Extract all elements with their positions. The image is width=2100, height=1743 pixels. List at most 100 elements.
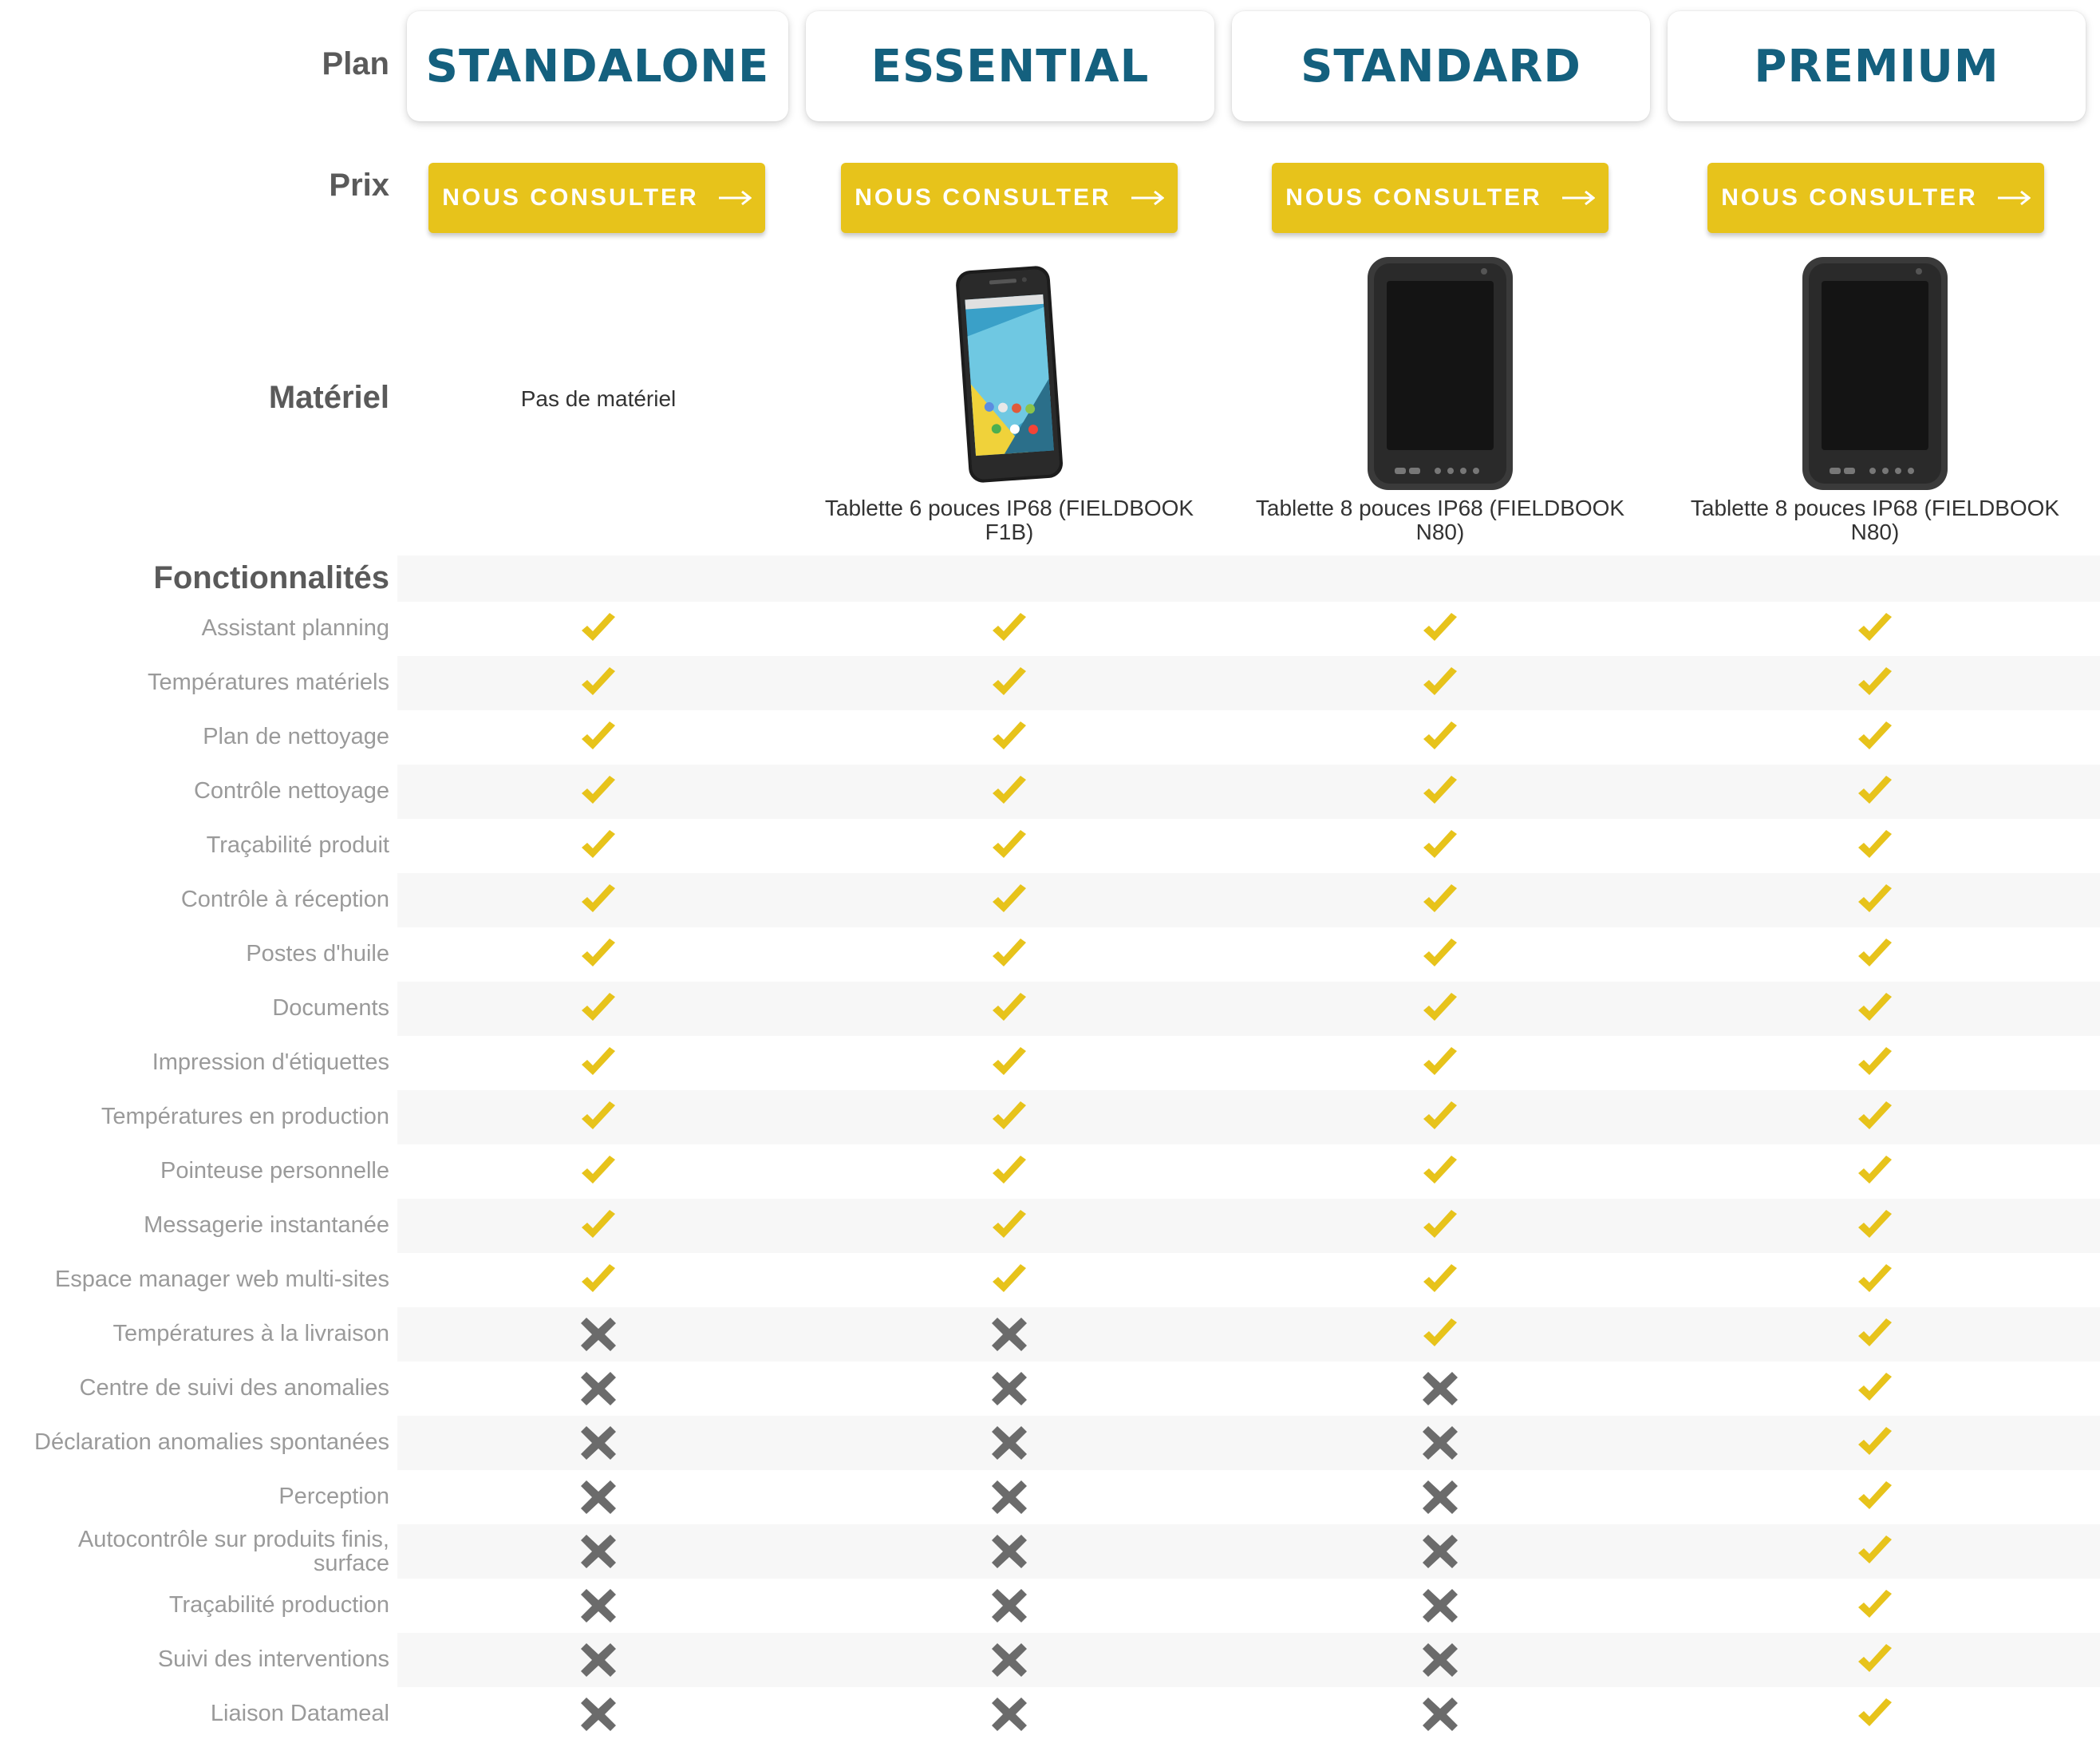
check-icon xyxy=(1855,1043,1895,1083)
feature-label: Températures à la livraison xyxy=(112,1321,389,1346)
check-icon xyxy=(578,1152,618,1192)
check-icon xyxy=(989,1097,1029,1137)
check-icon xyxy=(1420,989,1460,1029)
cross-icon xyxy=(989,1532,1029,1571)
check-icon xyxy=(1855,1423,1895,1463)
check-icon xyxy=(1420,826,1460,866)
plan-name: STANDALONE xyxy=(425,40,770,93)
check-icon xyxy=(1855,717,1895,757)
feature-label: Traçabilité produit xyxy=(206,832,389,858)
check-icon xyxy=(578,1260,618,1300)
price-row-label: Prix xyxy=(329,168,389,203)
check-icon xyxy=(1855,1532,1895,1571)
cross-icon xyxy=(578,1694,618,1734)
plan-row-label: Plan xyxy=(322,46,389,81)
rugged-tablet-image xyxy=(1368,257,1513,490)
check-icon xyxy=(1855,1640,1895,1680)
cross-icon xyxy=(1420,1640,1460,1680)
check-icon xyxy=(578,663,618,703)
plan-name: ESSENTIAL xyxy=(870,40,1150,93)
rugged-tablet-image xyxy=(1802,257,1948,490)
check-icon xyxy=(1420,1314,1460,1354)
check-icon xyxy=(989,880,1029,920)
cross-icon xyxy=(578,1477,618,1517)
check-icon xyxy=(578,609,618,649)
features-row-label: Fonctionnalités xyxy=(153,560,389,595)
cross-icon xyxy=(989,1369,1029,1409)
features-header-stripe xyxy=(397,555,2100,602)
cross-icon xyxy=(1420,1477,1460,1517)
cross-icon xyxy=(1420,1532,1460,1571)
contact-button-label: NOUS CONSULTER xyxy=(1721,184,1978,211)
plan-name: STANDARD xyxy=(1301,40,1581,93)
cross-icon xyxy=(1420,1586,1460,1626)
check-icon xyxy=(989,1152,1029,1192)
cross-icon xyxy=(989,1586,1029,1626)
row-stripe xyxy=(397,1416,2100,1470)
contact-button-label: NOUS CONSULTER xyxy=(855,184,1111,211)
check-icon xyxy=(989,989,1029,1029)
cross-icon xyxy=(989,1423,1029,1463)
check-icon xyxy=(989,1043,1029,1083)
check-icon xyxy=(1420,663,1460,703)
feature-label: Assistant planning xyxy=(201,615,389,641)
check-icon xyxy=(1420,1260,1460,1300)
pricing-comparison-page: Plan Prix Matériel STANDALONE ESSENTIAL … xyxy=(0,0,2100,1743)
device-caption: Tablette 8 pouces IP68 (FIELDBOOK N80) xyxy=(1255,496,1625,544)
check-icon xyxy=(989,1260,1029,1300)
check-icon xyxy=(578,1206,618,1246)
cross-icon xyxy=(578,1586,618,1626)
check-icon xyxy=(1855,1694,1895,1734)
feature-label: Températures en production xyxy=(101,1104,389,1129)
check-icon xyxy=(1855,989,1895,1029)
no-material-text: Pas de matériel xyxy=(520,386,677,411)
contact-button-premium[interactable]: NOUS CONSULTER xyxy=(1707,163,2044,233)
cross-icon xyxy=(989,1694,1029,1734)
feature-label: Suivi des interventions xyxy=(157,1646,389,1672)
cross-icon xyxy=(989,1477,1029,1517)
check-icon xyxy=(989,826,1029,866)
check-icon xyxy=(1420,880,1460,920)
check-icon xyxy=(1420,717,1460,757)
feature-label: Postes d'huile xyxy=(246,941,389,966)
row-stripe xyxy=(397,765,2100,819)
feature-label: Autocontrôle sur produits finis, surface xyxy=(77,1527,389,1576)
device-caption: Tablette 6 pouces IP68 (FIELDBOOK F1B) xyxy=(824,496,1194,544)
arrow-right-icon xyxy=(718,190,752,206)
check-icon xyxy=(1420,1152,1460,1192)
cross-icon xyxy=(578,1640,618,1680)
check-icon xyxy=(1855,1260,1895,1300)
contact-button-standard[interactable]: NOUS CONSULTER xyxy=(1272,163,1609,233)
plan-card-standalone: STANDALONE xyxy=(407,11,788,121)
feature-label: Traçabilité production xyxy=(168,1592,389,1618)
check-icon xyxy=(1420,1206,1460,1246)
check-icon xyxy=(578,1043,618,1083)
plan-card-standard: STANDARD xyxy=(1232,11,1650,121)
check-icon xyxy=(1855,609,1895,649)
check-icon xyxy=(1855,826,1895,866)
row-stripe xyxy=(397,1090,2100,1144)
check-icon xyxy=(1855,1369,1895,1409)
feature-label: Liaison Datameal xyxy=(210,1701,389,1726)
check-icon xyxy=(578,989,618,1029)
row-stripe xyxy=(397,1633,2100,1687)
row-stripe xyxy=(397,982,2100,1036)
feature-label: Températures matériels xyxy=(148,670,389,695)
arrow-right-icon xyxy=(1561,190,1595,206)
plan-card-essential: ESSENTIAL xyxy=(806,11,1214,121)
check-icon xyxy=(989,1206,1029,1246)
check-icon xyxy=(1855,1152,1895,1192)
contact-button-standalone[interactable]: NOUS CONSULTER xyxy=(428,163,765,233)
row-stripe xyxy=(397,1524,2100,1579)
check-icon xyxy=(1420,935,1460,974)
check-icon xyxy=(1855,1477,1895,1517)
check-icon xyxy=(578,880,618,920)
contact-button-label: NOUS CONSULTER xyxy=(442,184,699,211)
row-stripe xyxy=(397,1199,2100,1253)
feature-label: Messagerie instantanée xyxy=(144,1212,389,1238)
contact-button-essential[interactable]: NOUS CONSULTER xyxy=(841,163,1178,233)
check-icon xyxy=(1855,880,1895,920)
feature-label: Contrôle à réception xyxy=(180,887,389,912)
cross-icon xyxy=(578,1369,618,1409)
check-icon xyxy=(1420,1043,1460,1083)
